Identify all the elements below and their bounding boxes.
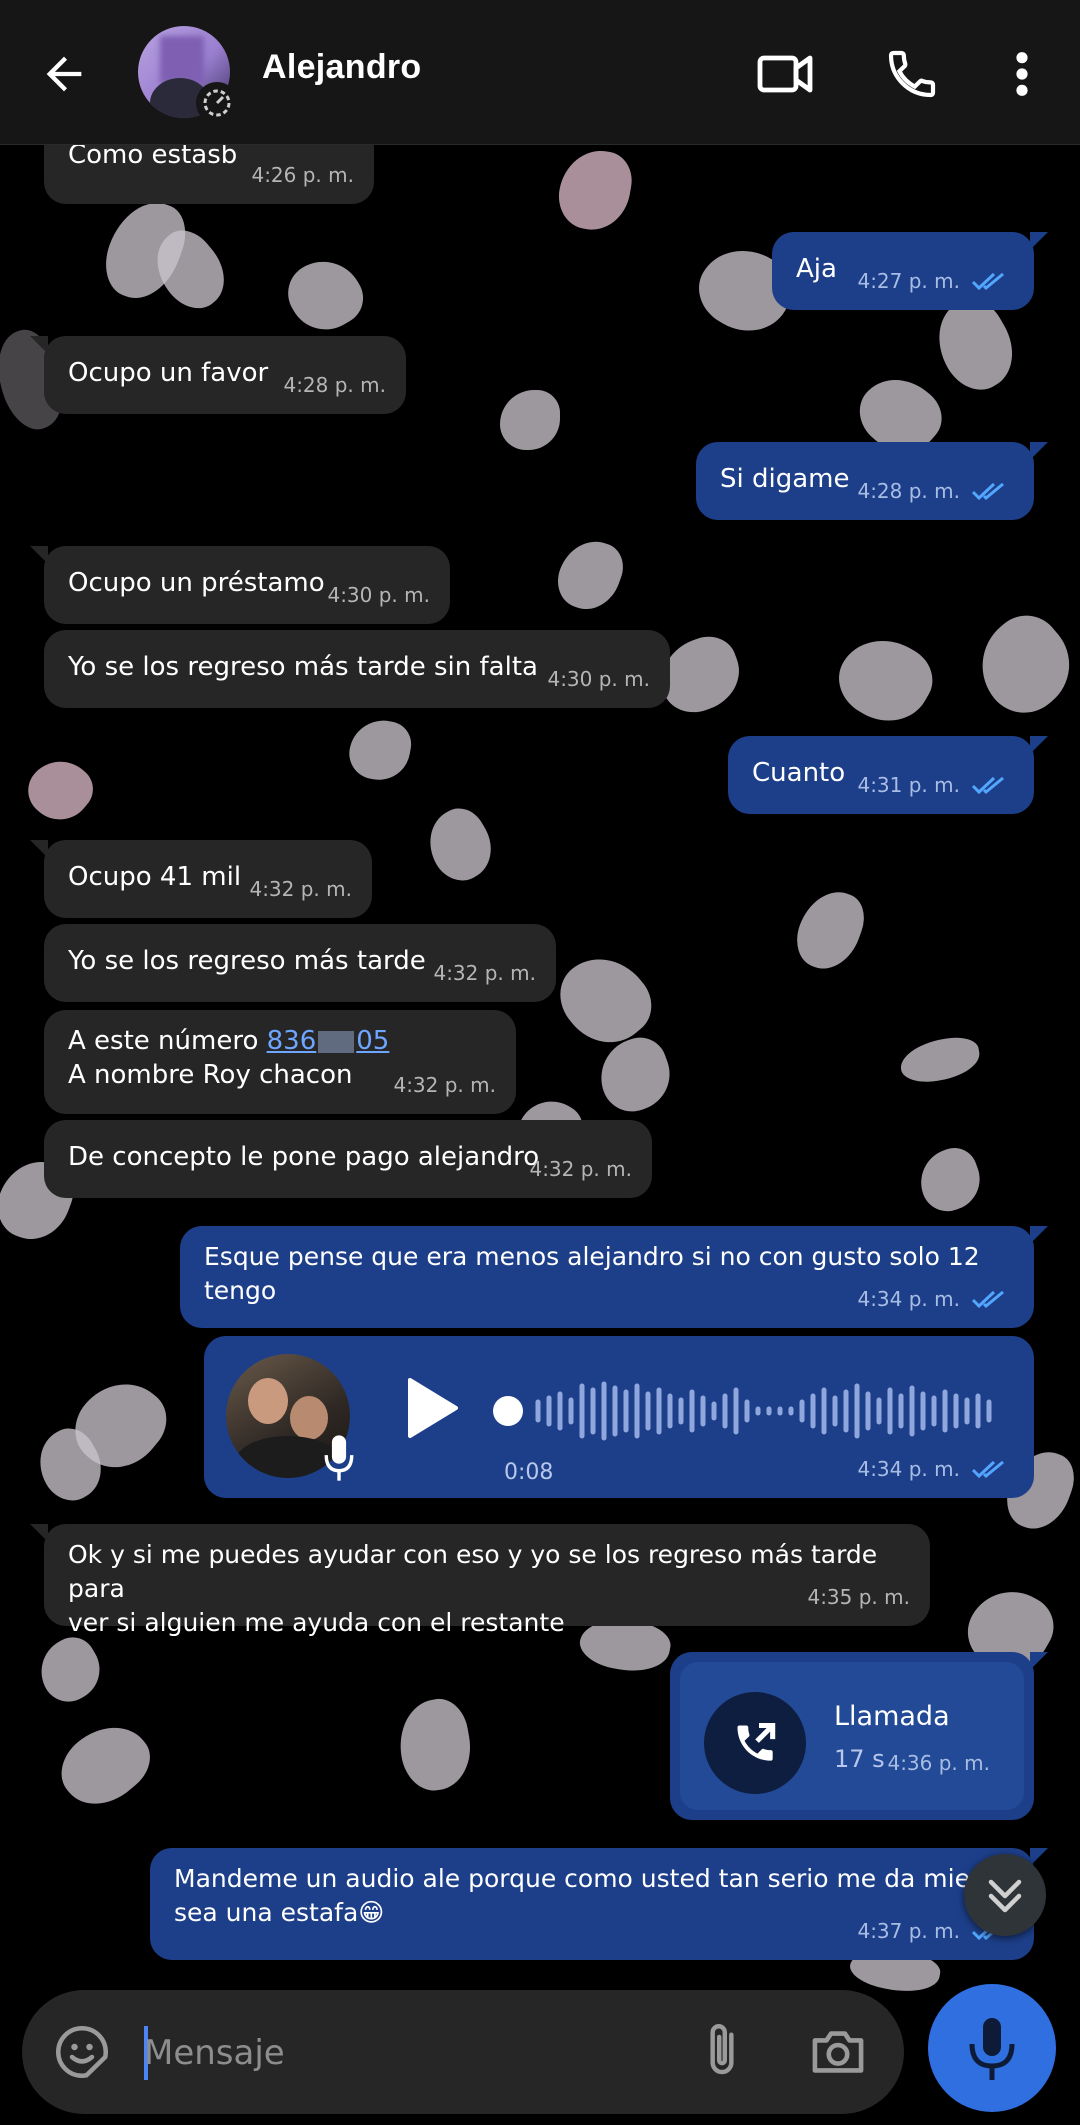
camera-icon: [812, 2031, 864, 2073]
message-time: 4:35 p. m.: [807, 1585, 910, 1609]
message-text-line1: Ok y si me puedes ayudar con eso y yo se…: [68, 1540, 878, 1603]
sticker-button[interactable]: [52, 2022, 112, 2082]
contact-avatar[interactable]: [138, 26, 238, 124]
message-outgoing[interactable]: Cuanto 4:31 p. m.: [728, 736, 1048, 814]
double-check-icon: [971, 776, 1004, 795]
message-outgoing[interactable]: Esque pense que era menos alejandro si n…: [180, 1226, 1048, 1328]
message-time: 4:31 p. m.: [857, 773, 960, 797]
status-timer-icon: [196, 82, 238, 124]
message-incoming[interactable]: De concepto le pone pago alejandro 4:32 …: [44, 1120, 652, 1198]
message-time: 4:34 p. m.: [857, 1457, 960, 1481]
message-text-line2: ver si alguien me ayuda con el restante: [68, 1608, 565, 1637]
mic-icon: [969, 2018, 1015, 2080]
message-time: 4:32 p. m.: [393, 1073, 496, 1097]
message-incoming[interactable]: Ok y si me puedes ayudar con eso y yo se…: [30, 1524, 930, 1637]
message-input[interactable]: [142, 2016, 686, 2090]
paperclip-icon: [710, 2024, 734, 2075]
audio-waveform[interactable]: [486, 1376, 1006, 1446]
more-options-button[interactable]: [1002, 46, 1042, 102]
message-time: 4:30 p. m.: [547, 667, 650, 691]
message-incoming[interactable]: Ocupo 41 mil 4:32 p. m.: [30, 840, 372, 918]
audio-duration: 0:08: [504, 1460, 554, 1485]
back-button[interactable]: [38, 48, 90, 100]
message-incoming[interactable]: Ocupo un préstamo 4:30 p. m.: [30, 546, 450, 624]
double-check-icon: [971, 272, 1004, 291]
message-time: 4:36 p. m.: [887, 1751, 990, 1775]
voice-call-button[interactable]: [884, 46, 944, 102]
message-incoming[interactable]: Yo se los regreso más tarde 4:32 p. m.: [44, 924, 556, 1002]
message-incoming[interactable]: A este número 836 05 A nombre Roy chacon …: [44, 1010, 516, 1114]
message-time: 4:28 p. m.: [283, 373, 386, 397]
redacted-digits: [318, 1030, 355, 1053]
camera-button[interactable]: [808, 2024, 868, 2080]
message-time: 4:28 p. m.: [857, 479, 960, 503]
message-incoming[interactable]: Ocupo un favor 4:28 p. m.: [30, 336, 406, 414]
double-check-icon: [971, 482, 1004, 501]
message-outgoing[interactable]: Si digame 4:28 p. m.: [696, 442, 1048, 520]
phone-number-link[interactable]: 836 05: [267, 1026, 390, 1056]
message-time: 4:32 p. m.: [249, 877, 352, 901]
message-time: 4:30 p. m.: [327, 583, 430, 607]
message-time: 4:32 p. m.: [433, 961, 536, 985]
phone-icon: [888, 50, 936, 98]
call-message[interactable]: Llamada 17 s 4:36 p. m.: [670, 1652, 1048, 1820]
play-icon: [408, 1378, 458, 1438]
call-icon-circle: [704, 1692, 806, 1794]
message-text: A este número 836 05: [68, 1024, 494, 1058]
message-time: 4:27 p. m.: [857, 269, 960, 293]
mic-icon: [324, 1435, 354, 1481]
attach-button[interactable]: [694, 2018, 750, 2084]
chat-header: Alejandro: [0, 0, 1080, 145]
message-time: 4:37 p. m.: [857, 1919, 960, 1943]
call-title: Llamada: [834, 1701, 950, 1732]
video-call-button[interactable]: [756, 46, 816, 102]
message-time: 4:32 p. m.: [529, 1157, 632, 1181]
message-outgoing[interactable]: Mandeme un audio ale porque como usted t…: [150, 1848, 1048, 1960]
message-text-line1: Mandeme un audio ale porque como usted t…: [174, 1864, 994, 1893]
back-arrow-icon: [46, 56, 82, 92]
message-composer: [22, 1990, 904, 2114]
message-incoming[interactable]: Yo se los regreso más tarde sin falta 4:…: [44, 630, 670, 708]
call-made-icon: [737, 1722, 776, 1761]
contact-name[interactable]: Alejandro: [262, 48, 422, 87]
video-call-icon: [757, 55, 813, 93]
voice-record-button[interactable]: [928, 1984, 1056, 2112]
sticker-emoji-icon: [56, 2025, 109, 2079]
more-vert-icon: [1016, 52, 1028, 96]
voice-message[interactable]: 0:08 4:34 p. m.: [204, 1336, 1034, 1498]
phone-number-start: 836: [266, 1026, 317, 1056]
chevron-double-down-icon: [988, 1879, 1022, 1913]
play-button[interactable]: [404, 1376, 460, 1440]
double-check-icon: [971, 1460, 1004, 1479]
message-time: 4:34 p. m.: [857, 1287, 960, 1311]
message-time: 4:26 p. m.: [251, 163, 354, 187]
scroll-to-bottom-button[interactable]: [964, 1854, 1046, 1936]
call-duration: 17 s: [834, 1745, 885, 1773]
message-outgoing[interactable]: Aja 4:27 p. m.: [772, 232, 1048, 310]
phone-number-end: 05: [356, 1026, 390, 1056]
double-check-icon: [971, 1290, 1004, 1309]
message-text-prefix: A este número: [68, 1026, 267, 1056]
